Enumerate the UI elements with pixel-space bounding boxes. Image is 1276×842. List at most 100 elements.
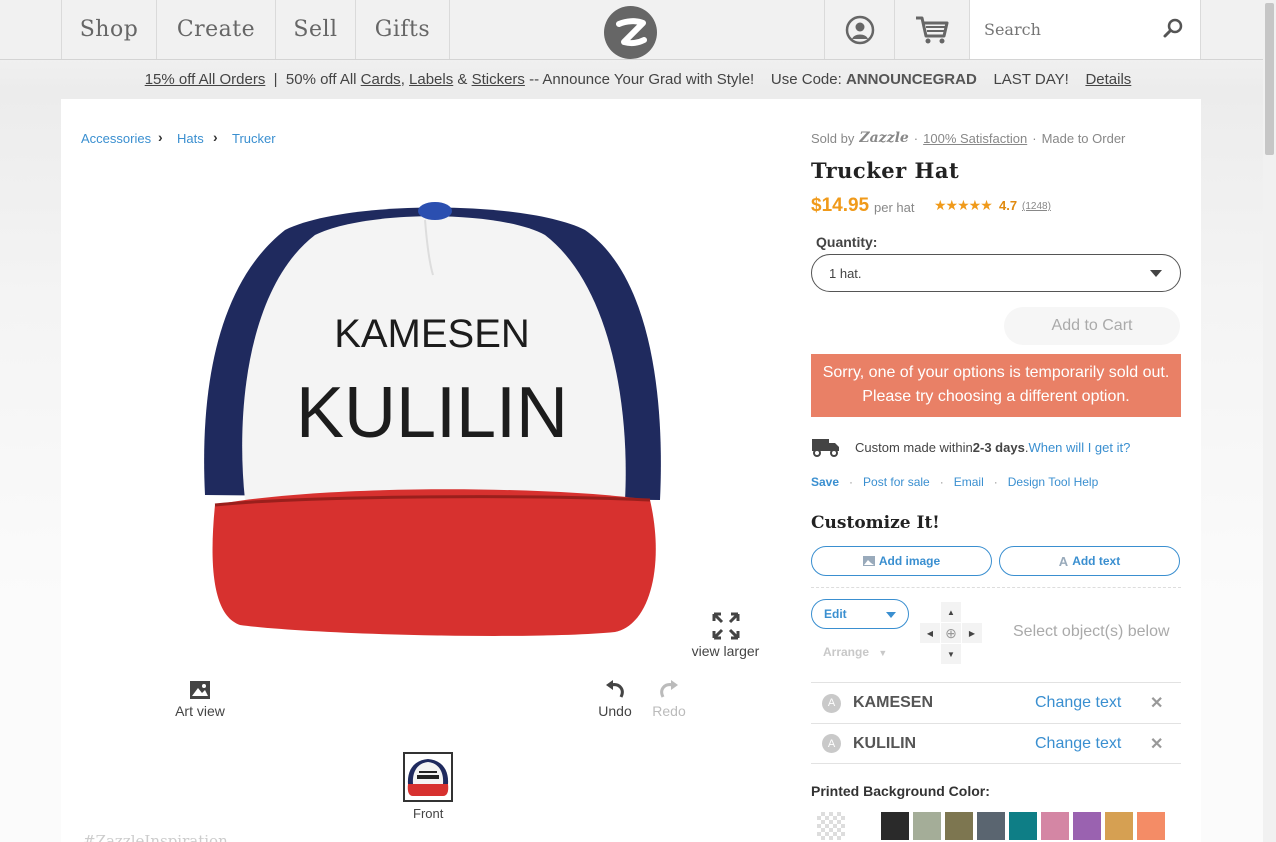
color-swatch[interactable] (1073, 812, 1101, 840)
add-to-cart-button[interactable]: Add to Cart (1004, 307, 1180, 345)
select-objects-hint: Select object(s) below (1013, 623, 1170, 640)
add-image-button[interactable]: Add image (811, 546, 992, 576)
zazzle-brand[interactable]: Zazzle (859, 130, 908, 146)
color-swatch[interactable] (1009, 812, 1037, 840)
nav-shop[interactable]: Shop (61, 0, 156, 59)
remove-icon[interactable]: ✕ (1150, 734, 1163, 754)
image-icon (862, 556, 875, 566)
redo-button[interactable]: Redo (649, 680, 689, 719)
promo-link-labels[interactable]: Labels (409, 71, 453, 88)
art-view-button[interactable]: Art view (170, 680, 230, 719)
image-icon (190, 681, 210, 699)
color-swatch[interactable] (1041, 812, 1069, 840)
color-swatch[interactable] (1105, 812, 1133, 840)
promo-link-orders[interactable]: 15% off All Orders (145, 71, 266, 88)
nav-sell[interactable]: Sell (275, 0, 355, 59)
search-icon[interactable] (1162, 18, 1184, 40)
object-row[interactable]: A KULILIN Change text ✕ (811, 723, 1181, 764)
promo-details-link[interactable]: Details (1085, 71, 1131, 88)
front-thumbnail[interactable] (403, 752, 453, 802)
object-name: KULILIN (853, 734, 917, 752)
sold-out-line-2: Please try choosing a different option. (862, 388, 1130, 405)
email-link[interactable]: Email (954, 475, 984, 489)
delivery-text: Custom made within (855, 439, 973, 455)
center-button[interactable]: ⊕ (941, 623, 961, 643)
product-title: Trucker Hat (811, 158, 960, 183)
change-text-button[interactable]: Change text (1035, 694, 1150, 712)
save-link[interactable]: Save (811, 475, 839, 489)
chevron-down-icon (1150, 270, 1162, 277)
arrow-up-icon: ▲ (947, 607, 955, 617)
arrange-label: Arrange (823, 645, 870, 659)
cart-button[interactable] (894, 0, 969, 59)
breadcrumb-trucker[interactable]: Trucker (232, 131, 276, 146)
search-input[interactable] (984, 18, 1154, 40)
color-swatch[interactable] (945, 812, 973, 840)
undo-button[interactable]: Undo (595, 680, 635, 719)
chevron-right-icon: › (158, 129, 163, 145)
account-button[interactable] (824, 0, 894, 59)
undo-icon (606, 680, 624, 698)
breadcrumb-accessories[interactable]: Accessories (81, 131, 151, 146)
chevron-down-icon (886, 612, 896, 618)
arrow-right-icon: ▶ (968, 628, 976, 638)
expand-icon (712, 612, 739, 640)
post-for-sale-link[interactable]: Post for sale (863, 475, 930, 489)
made-to-order: Made to Order (1041, 130, 1126, 146)
zazzle-logo[interactable] (604, 6, 657, 59)
promo-text: -- Announce Your Grad with Style! Use Co… (524, 70, 846, 88)
swatch-transparent[interactable] (817, 812, 845, 840)
promo-link-cards[interactable]: Cards (361, 71, 401, 88)
when-will-i-get-it-link[interactable]: When will I get it? (1028, 440, 1130, 455)
quantity-value: 1 hat. (829, 265, 862, 281)
chevron-right-icon: › (213, 129, 218, 145)
arrange-dropdown[interactable]: Arrange ▼ (823, 645, 887, 659)
color-swatch[interactable] (881, 812, 909, 840)
design-tool-help-link[interactable]: Design Tool Help (1008, 475, 1099, 489)
redo-icon (660, 680, 678, 698)
add-text-label: Add text (1072, 554, 1121, 568)
search-box (969, 0, 1201, 59)
promo-link-stickers[interactable]: Stickers (472, 71, 525, 88)
review-count-link[interactable]: (1248) (1022, 201, 1051, 212)
quantity-select[interactable]: 1 hat. (811, 254, 1181, 292)
product-actions: Save · Post for sale · Email · Design To… (811, 475, 1098, 489)
nudge-down-button[interactable]: ▼ (941, 644, 961, 664)
truck-icon (812, 439, 839, 457)
undo-label: Undo (598, 703, 632, 719)
chevron-down-icon: ▼ (878, 648, 888, 658)
nudge-up-button[interactable]: ▲ (941, 602, 961, 622)
inspiration-heading: #ZazzleInspiration (83, 832, 228, 842)
dot-separator: · (1032, 130, 1037, 146)
breadcrumb-hats[interactable]: Hats (177, 131, 204, 146)
nudge-left-button[interactable]: ◀ (920, 623, 940, 643)
edit-dropdown[interactable]: Edit (811, 599, 909, 629)
add-text-button[interactable]: A Add text (999, 546, 1180, 576)
hat-preview-image[interactable]: KAMESEN KULILIN (195, 195, 670, 640)
color-swatch[interactable] (1137, 812, 1165, 840)
promo-last-day: LAST DAY! (976, 70, 1086, 88)
nav-gifts[interactable]: Gifts (355, 0, 450, 59)
nudge-right-button[interactable]: ▶ (962, 623, 982, 643)
view-larger-button[interactable]: view larger (688, 612, 763, 659)
delivery-info: Custom made within 2-3 days. When will I… (811, 437, 1130, 457)
zazzle-z-icon (615, 17, 647, 46)
dot-separator: · (839, 475, 864, 489)
nav-create[interactable]: Create (156, 0, 275, 59)
rating-stars-icon[interactable]: ★★★★★ (934, 197, 993, 214)
scrollbar-thumb[interactable] (1265, 3, 1274, 155)
promo-text: & (453, 70, 472, 88)
satisfaction-link[interactable]: 100% Satisfaction (923, 131, 1027, 146)
text-object-icon: A (822, 693, 841, 713)
crosshair-icon: ⊕ (945, 624, 957, 641)
object-row[interactable]: A KAMESEN Change text ✕ (811, 682, 1181, 723)
arrow-down-icon: ▼ (947, 649, 955, 659)
remove-icon[interactable]: ✕ (1150, 693, 1163, 713)
color-swatch[interactable] (913, 812, 941, 840)
color-swatch[interactable] (977, 812, 1005, 840)
cart-icon (916, 16, 949, 43)
change-text-button[interactable]: Change text (1035, 735, 1150, 753)
sold-out-alert: Sorry, one of your options is temporaril… (811, 354, 1181, 417)
text-icon: A (1058, 553, 1069, 569)
hat-thumbnail-image (407, 759, 449, 796)
